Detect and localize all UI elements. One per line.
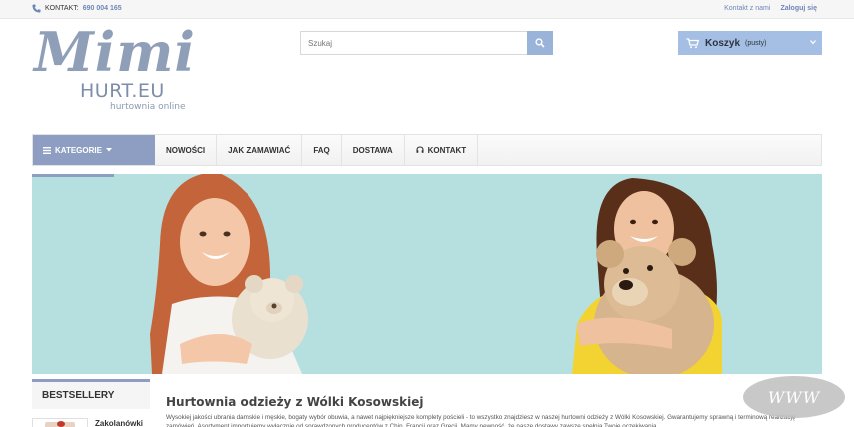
categories-label: KATEGORIE <box>55 145 102 155</box>
nav-item-contact[interactable]: KONTAKT <box>405 135 479 165</box>
top-bar: KONTAKT: 690 004 165 Kontakt z nami Zalo… <box>0 0 854 19</box>
categories-menu-button[interactable]: KATEGORIE <box>33 135 155 165</box>
banner-image <box>150 174 722 374</box>
search-button[interactable] <box>527 31 553 55</box>
chevron-down-icon <box>810 40 816 45</box>
bestsellers-heading: BESTSELLERY <box>32 379 150 409</box>
caret-down-icon <box>105 148 112 152</box>
page-title: Hurtownia odzieży z Wólki Kosowskiej <box>166 395 424 409</box>
contact-info: KONTAKT: 690 004 165 <box>32 4 122 13</box>
logo-tagline: hurtownia online <box>110 102 186 112</box>
nav-item-delivery[interactable]: DOSTAWA <box>342 135 405 165</box>
phone-number[interactable]: 690 004 165 <box>83 5 122 12</box>
nav-item-how-to-order[interactable]: JAK ZAMAWIAĆ <box>217 135 303 165</box>
menu-icon <box>43 146 51 154</box>
logo-wordmark: Mimi <box>34 20 196 84</box>
cart-status: (pusty) <box>745 39 767 47</box>
nav-item-label: KONTAKT <box>427 145 467 155</box>
hero-banner[interactable] <box>32 174 822 374</box>
banner-accent-bar <box>32 174 114 177</box>
headset-icon <box>416 146 424 153</box>
contact-us-link[interactable]: Kontakt z nami <box>724 5 770 12</box>
nav-item-news[interactable]: NOWOŚCI <box>155 135 218 165</box>
search-box <box>300 31 528 55</box>
search-icon <box>535 38 545 48</box>
product-name-link[interactable]: Zakolanówki <box>95 419 143 427</box>
phone-icon <box>32 4 41 13</box>
watermark-text: WWW <box>767 387 821 407</box>
cart-button[interactable]: Koszyk (pusty) <box>678 31 822 55</box>
nav-item-label: NOWOŚCI <box>166 145 206 155</box>
intro-text: Wysokiej jakości ubrania damskie i męski… <box>166 414 796 427</box>
cart-label: Koszyk <box>705 37 741 49</box>
watermark-badge: WWW <box>743 376 845 418</box>
contact-label: KONTAKT: <box>45 5 79 12</box>
nav-item-label: DOSTAWA <box>352 145 393 155</box>
nav-item-label: JAK ZAMAWIAĆ <box>228 145 291 155</box>
logo-hurt: HURT.EU <box>80 80 165 102</box>
product-thumbnail[interactable] <box>32 418 88 427</box>
search-input[interactable] <box>301 32 527 54</box>
main-nav: KATEGORIE NOWOŚCI JAK ZAMAWIAĆ FAQ DOSTA… <box>32 134 822 166</box>
nav-item-label: FAQ <box>313 145 330 155</box>
login-link[interactable]: Zaloguj się <box>780 5 817 12</box>
nav-item-faq[interactable]: FAQ <box>302 135 342 165</box>
site-logo[interactable]: Mimi HURT.EU hurtownia online <box>34 20 195 116</box>
cart-icon <box>686 37 699 48</box>
